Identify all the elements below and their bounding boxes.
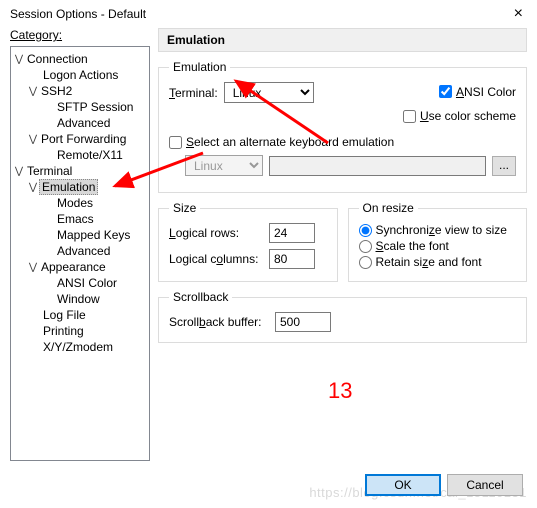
tree-logon[interactable]: Logon Actions (41, 68, 120, 82)
dialog-buttons: OK Cancel (365, 474, 523, 496)
tree-appearance[interactable]: Appearance (39, 260, 108, 274)
annotation-number: 13 (328, 378, 352, 404)
ansi-color-label: ANSI Color (456, 85, 516, 99)
expand-icon[interactable]: ⋁ (13, 54, 25, 65)
expand-icon[interactable]: ⋁ (13, 166, 25, 177)
resize-sync-radio[interactable] (359, 224, 372, 237)
expand-icon[interactable]: ⋁ (27, 134, 39, 145)
tree-remotex11[interactable]: Remote/X11 (55, 148, 125, 162)
window-title: Session Options - Default (10, 7, 146, 21)
category-tree[interactable]: ⋁Connection Logon Actions ⋁SSH2 SFTP Ses… (10, 46, 150, 461)
tree-ansi[interactable]: ANSI Color (55, 276, 119, 290)
alt-keyboard-path (269, 156, 486, 176)
size-group: Size Logical rows: Logical columns: (158, 201, 338, 282)
terminal-select[interactable]: Linux (224, 82, 314, 103)
tree-portfwd[interactable]: Port Forwarding (39, 132, 128, 146)
alt-keyboard-checkbox[interactable] (169, 136, 182, 149)
category-label: Category: (10, 28, 62, 42)
tree-emacs[interactable]: Emacs (55, 212, 96, 226)
cancel-button[interactable]: Cancel (447, 474, 523, 496)
resize-legend: On resize (359, 201, 418, 215)
tree-advanced-2[interactable]: Advanced (55, 244, 112, 258)
scrollback-legend: Scrollback (169, 290, 232, 304)
ansi-color-checkbox[interactable] (439, 85, 452, 98)
resize-retain-radio[interactable] (359, 256, 372, 269)
scrollback-label: Scrollback buffer: (169, 315, 269, 329)
resize-sync-label: Synchronize view to size (376, 223, 507, 237)
resize-scale-label: Scale the font (376, 239, 449, 253)
tree-window[interactable]: Window (55, 292, 102, 306)
expand-icon[interactable]: ⋁ (27, 262, 39, 273)
tree-logfile[interactable]: Log File (41, 308, 88, 322)
resize-scale-radio[interactable] (359, 240, 372, 253)
expand-icon[interactable]: ⋁ (27, 182, 39, 193)
emulation-legend: Emulation (169, 60, 230, 74)
tree-emulation[interactable]: Emulation (39, 179, 98, 195)
tree-xyz[interactable]: X/Y/Zmodem (41, 340, 115, 354)
resize-group: On resize Synchronize view to size Scale… (348, 201, 528, 282)
scrollback-input[interactable] (275, 312, 331, 332)
close-icon[interactable]: × (508, 5, 529, 23)
emulation-group: Emulation Terminal: Linux ANSI Color Use… (158, 60, 527, 193)
category-panel: Category: ⋁Connection Logon Actions ⋁SSH… (10, 28, 150, 461)
cols-input[interactable] (269, 249, 315, 269)
resize-retain-label: Retain size and font (376, 255, 482, 269)
color-scheme-label: Use color scheme (420, 109, 516, 123)
alt-keyboard-select: Linux (185, 155, 263, 176)
rows-label: Logical rows: (169, 226, 263, 240)
title-bar: Session Options - Default × (0, 0, 537, 28)
tree-mapped[interactable]: Mapped Keys (55, 228, 132, 242)
rows-input[interactable] (269, 223, 315, 243)
size-legend: Size (169, 201, 200, 215)
tree-modes[interactable]: Modes (55, 196, 95, 210)
terminal-label: Terminal: (169, 86, 218, 100)
scrollback-group: Scrollback Scrollback buffer: (158, 290, 527, 343)
tree-ssh2[interactable]: SSH2 (39, 84, 74, 98)
cols-label: Logical columns: (169, 252, 263, 266)
expand-icon[interactable]: ⋁ (27, 86, 39, 97)
tree-printing[interactable]: Printing (41, 324, 86, 338)
color-scheme-checkbox[interactable] (403, 110, 416, 123)
ok-button[interactable]: OK (365, 474, 441, 496)
alt-keyboard-label: Select an alternate keyboard emulation (186, 135, 394, 149)
tree-advanced-1[interactable]: Advanced (55, 116, 112, 130)
tree-terminal[interactable]: Terminal (25, 164, 74, 178)
browse-button[interactable]: ... (492, 156, 516, 176)
panel-heading: Emulation (158, 28, 527, 52)
settings-panel: Emulation Emulation Terminal: Linux ANSI… (158, 28, 527, 461)
tree-connection[interactable]: Connection (25, 52, 90, 66)
tree-sftp[interactable]: SFTP Session (55, 100, 135, 114)
